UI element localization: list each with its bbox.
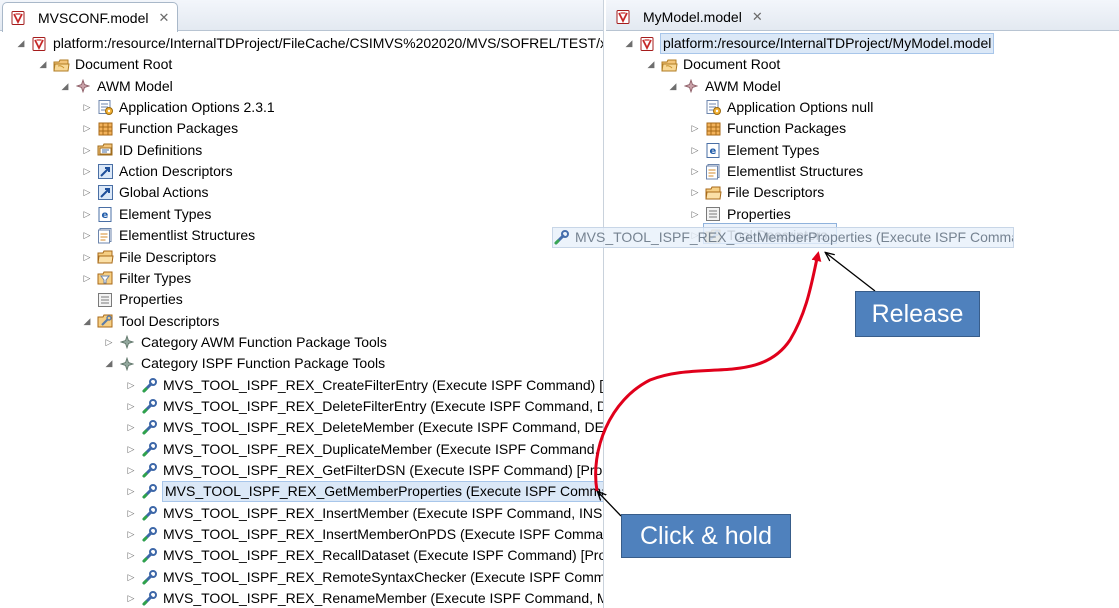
click-hold-callout-label: Click & hold <box>640 521 772 550</box>
release-pointer-line <box>826 253 876 292</box>
click-hold-callout: Click & hold <box>621 514 791 558</box>
release-callout-label: Release <box>871 299 964 328</box>
drag-path-arrow <box>594 251 822 492</box>
click-hold-pointer-line <box>598 492 622 517</box>
release-callout: Release <box>855 291 980 337</box>
